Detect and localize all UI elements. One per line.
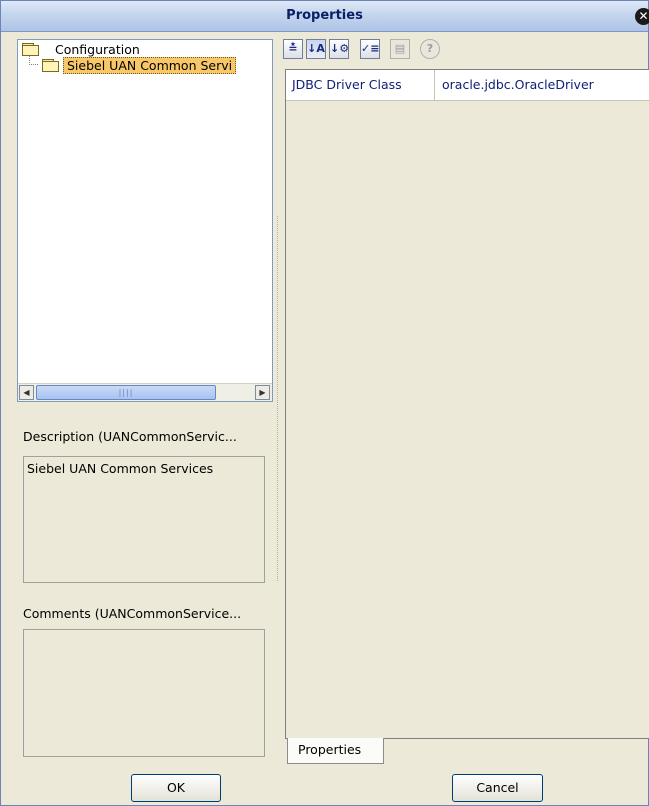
tree-node-label: Configuration [55,42,140,57]
ok-button[interactable]: OK [131,774,221,802]
title-bar: Properties ✕ [1,1,649,32]
description-label: Description (UANCommonServic... [23,429,237,444]
checklist-icon[interactable]: ✓≡ [360,39,380,59]
tree-node-label-selected: Siebel UAN Common Servi [63,57,237,74]
property-name: JDBC Driver Class [292,77,402,92]
properties-dialog: Properties ✕ Configuration Siebel UAN Co… [0,0,649,806]
description-box[interactable]: Siebel UAN Common Services [23,456,265,583]
folder-icon [22,43,39,56]
window-title: Properties [286,8,363,23]
sort-category-icon[interactable]: ↓⚙ [329,39,349,59]
help-icon: ? [420,39,440,59]
properties-view-icon: ▤ [390,39,410,59]
panel-splitter[interactable] [277,216,280,581]
horizontal-scrollbar[interactable]: ◀ |||| ▶ [18,383,272,401]
close-icon[interactable]: ✕ [635,8,649,25]
grid-divider [434,70,435,100]
scroll-right-icon[interactable]: ▶ [255,385,270,400]
comments-box[interactable] [23,629,265,757]
scrollbar-thumb[interactable]: |||| [36,385,216,400]
sort-alphabetical-icon[interactable]: ↓A [306,39,326,59]
cancel-button[interactable]: Cancel [452,774,543,802]
property-row[interactable]: JDBC Driver Class oracle.jdbc.OracleDriv… [286,70,649,101]
tab-properties[interactable]: Properties [287,738,384,764]
property-value[interactable]: oracle.jdbc.OracleDriver [442,70,594,100]
tree-connector [29,56,38,65]
comments-label: Comments (UANCommonService... [23,606,242,621]
property-grid: JDBC Driver Class oracle.jdbc.OracleDriv… [285,69,649,739]
collapse-icon[interactable]: ≛ [283,39,303,59]
scroll-left-icon[interactable]: ◀ [19,385,34,400]
configuration-tree[interactable]: Configuration Siebel UAN Common Servi ◀ … [17,39,273,402]
folder-icon [42,59,59,72]
